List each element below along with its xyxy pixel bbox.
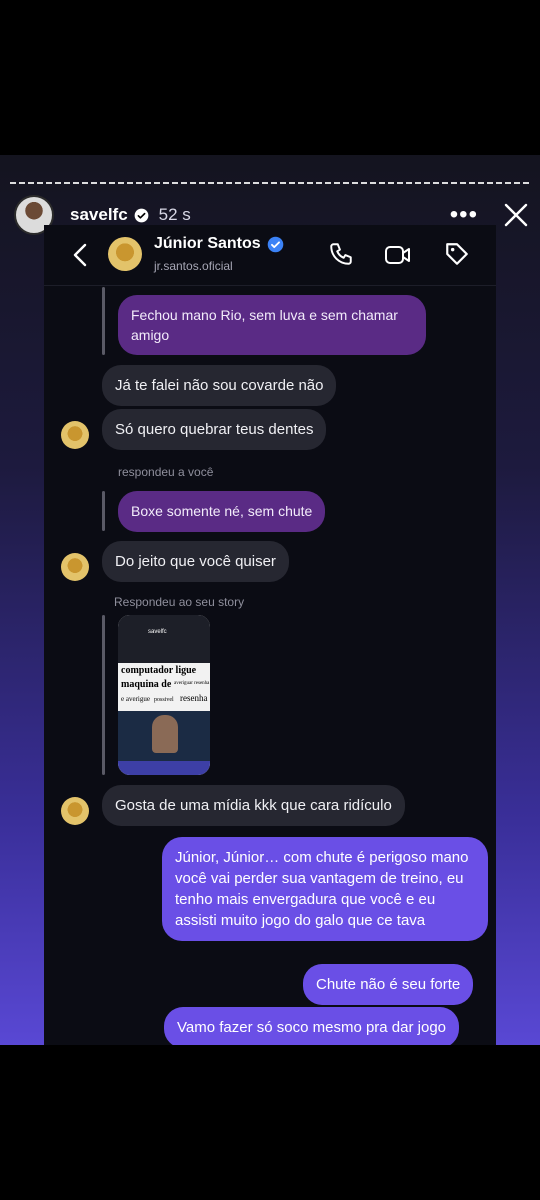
quoted-message[interactable]: Boxe somente né, sem chute [118, 491, 326, 532]
contact-handle: jr.santos.oficial [154, 259, 233, 273]
verified-badge-icon [134, 208, 149, 222]
story-preview-header: savelfc [118, 615, 210, 663]
story-preview-username: savelfc [148, 629, 167, 635]
verified-badge-icon [267, 236, 283, 252]
header-divider [44, 285, 496, 286]
close-icon[interactable] [504, 203, 528, 227]
tag-icon[interactable] [444, 241, 470, 267]
contact-avatar-small[interactable] [61, 553, 89, 581]
story-preview-card[interactable]: savelfc computador ligue maquina de aver… [118, 615, 210, 775]
reply-quote-bar [102, 491, 105, 531]
message-bubble-sent[interactable]: Júnior, Júnior… com chute é perigoso man… [162, 837, 488, 941]
contact-name: Júnior Santos [154, 235, 261, 252]
story-preview-text: computador ligue [121, 665, 197, 676]
person-image [152, 715, 178, 753]
video-call-icon[interactable] [384, 243, 412, 267]
story-preview-text: resenha [180, 693, 208, 703]
story-time: 52 s [158, 205, 191, 224]
dm-screenshot: Júnior Santos jr.santos.oficial Fechou m… [44, 225, 496, 1045]
story-username[interactable]: savelfc [70, 205, 128, 225]
phone-call-icon[interactable] [328, 241, 354, 267]
story-preview-text: maquina de [121, 679, 172, 690]
message-bubble-sent[interactable]: Chute não é seu forte [303, 964, 474, 1005]
reply-label: respondeu a você [118, 465, 214, 479]
back-arrow-icon[interactable] [72, 243, 88, 267]
story-frame: savelfc 52 s ••• Júnior Santos jr.santos… [0, 155, 540, 1045]
story-preview-footer [118, 761, 210, 775]
contact-avatar-small[interactable] [61, 421, 89, 449]
reply-quote-bar [102, 287, 105, 355]
story-preview-text: e averigue [121, 695, 150, 703]
reply-quote-bar [102, 615, 105, 775]
story-preview-text: possivel [154, 697, 174, 703]
message-bubble-received[interactable]: Já te falei não sou covarde não [102, 365, 337, 406]
story-preview-text: averiguar resenha [174, 681, 210, 686]
more-options-button[interactable]: ••• [450, 203, 478, 227]
story-preview-photo [118, 711, 210, 761]
contact-name-row[interactable]: Júnior Santos [154, 235, 284, 253]
contact-avatar-small[interactable] [61, 797, 89, 825]
message-bubble-received[interactable]: Gosta de uma mídia kkk que cara ridículo [102, 785, 405, 826]
story-reply-label: Respondeu ao seu story [114, 595, 245, 609]
contact-avatar[interactable] [108, 237, 142, 271]
message-bubble-sent[interactable]: Vamo fazer só soco mesmo pra dar jogo [164, 1007, 460, 1045]
quoted-message[interactable]: Fechou mano Rio, sem luva e sem chamar a… [118, 295, 426, 355]
message-bubble-received[interactable]: Do jeito que você quiser [102, 541, 289, 582]
dm-header: Júnior Santos jr.santos.oficial [44, 225, 496, 285]
story-progress-bar [10, 182, 530, 184]
message-bubble-received[interactable]: Só quero quebrar teus dentes [102, 409, 327, 450]
